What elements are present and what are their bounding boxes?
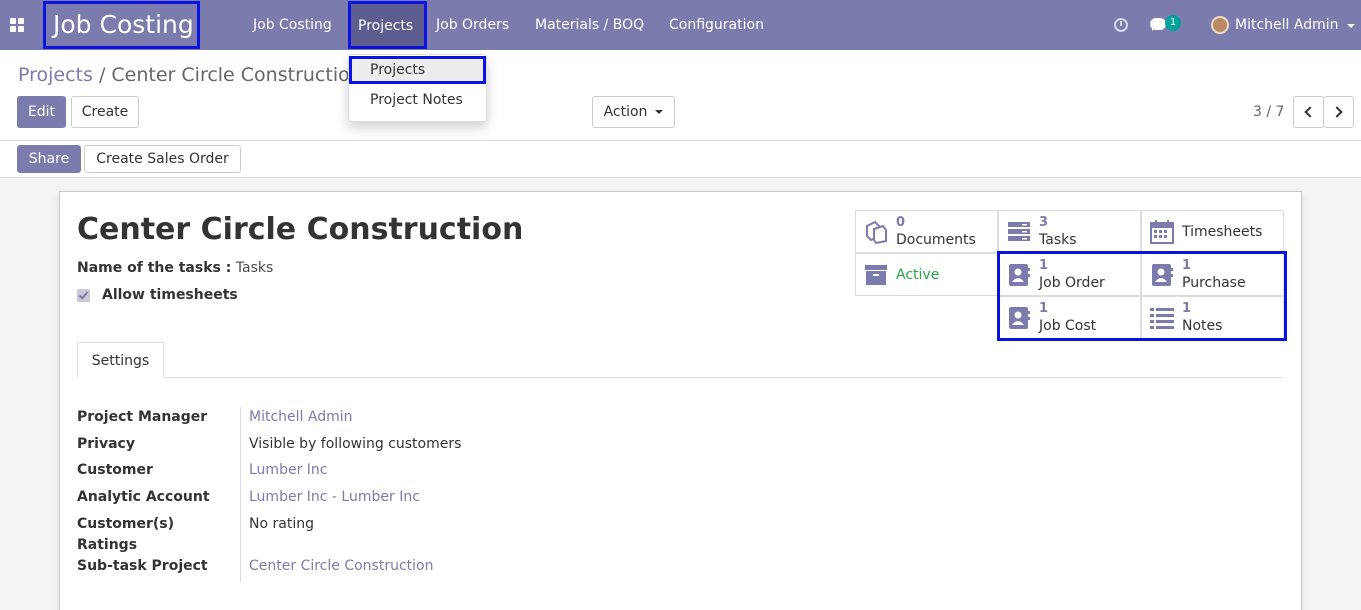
analytic-account-link[interactable]: Lumber Inc - Lumber Inc — [249, 489, 420, 505]
pager-previous-button[interactable] — [1293, 96, 1324, 128]
customer-link[interactable]: Lumber Inc — [249, 462, 327, 478]
job-order-smart-button[interactable]: 1 Job Order — [998, 253, 1141, 296]
top-navbar: Job Costing Job Costing Projects Job Ord… — [0, 0, 1361, 50]
user-caret-icon[interactable] — [1347, 24, 1355, 28]
apps-grid-icon[interactable] — [10, 18, 24, 32]
list-icon — [1150, 308, 1174, 329]
record-title: Center Circle Construction — [77, 212, 524, 247]
edit-button[interactable]: Edit — [17, 96, 66, 128]
job-cost-smart-button[interactable]: 1 Job Cost — [998, 296, 1141, 339]
customer-ratings-label: Customer(s) — [77, 516, 175, 532]
user-menu-name[interactable]: Mitchell Admin — [1235, 0, 1339, 50]
dropdown-item-projects[interactable]: Projects — [349, 56, 486, 84]
chat-bubble-icon[interactable] — [1150, 18, 1166, 31]
create-sales-order-button[interactable]: Create Sales Order — [84, 145, 241, 173]
breadcrumb: Projects / Center Circle Construction — [18, 64, 362, 86]
tab-settings[interactable]: Settings — [77, 342, 164, 378]
tasks-name-field: Name of the tasks : Tasks — [77, 260, 273, 276]
app-brand-title[interactable]: Job Costing — [43, 1, 200, 49]
analytic-account-label: Analytic Account — [77, 489, 210, 505]
privacy-label: Privacy — [77, 436, 135, 452]
tasks-icon — [1008, 222, 1030, 241]
field-separator — [240, 407, 241, 582]
caret-down-icon — [655, 110, 664, 114]
tasks-name-value: Tasks — [235, 260, 274, 276]
breadcrumb-projects-link[interactable]: Projects — [18, 64, 93, 86]
documents-count: 0 — [896, 215, 906, 230]
dropdown-item-project-notes[interactable]: Project Notes — [349, 86, 486, 114]
projects-dropdown-menu: Projects Project Notes — [348, 54, 487, 122]
address-book-icon — [1152, 264, 1173, 286]
activity-clock-icon[interactable] — [1114, 18, 1128, 32]
privacy-value: Visible by following customers — [249, 436, 462, 452]
tasks-smart-button[interactable]: 3 Tasks — [998, 210, 1141, 253]
menu-job-orders[interactable]: Job Orders — [436, 0, 509, 50]
allow-timesheets-checkbox[interactable] — [77, 289, 90, 302]
job-order-label: Job Order — [1039, 275, 1105, 291]
address-book-icon — [1009, 307, 1030, 329]
subtask-project-link[interactable]: Center Circle Construction — [249, 558, 433, 574]
action-dropdown-button[interactable]: Action — [592, 96, 675, 128]
customer-ratings-value: No rating — [249, 516, 314, 532]
timesheets-label: Timesheets — [1182, 224, 1263, 240]
chat-count-badge: 1 — [1165, 15, 1181, 31]
job-cost-count: 1 — [1039, 301, 1049, 316]
pager-next-button[interactable] — [1323, 96, 1354, 128]
chevron-left-icon — [1304, 106, 1316, 118]
action-label: Action — [603, 104, 648, 120]
chevron-right-icon — [1331, 106, 1343, 118]
job-cost-label: Job Cost — [1039, 318, 1097, 334]
purchase-label: Purchase — [1182, 275, 1246, 291]
pager-counter[interactable]: 3 / 7 — [1253, 104, 1284, 120]
tasks-label: Tasks — [1039, 232, 1077, 248]
calendar-icon — [1150, 220, 1174, 244]
menu-materials-boq[interactable]: Materials / BOQ — [535, 0, 644, 50]
timesheets-smart-button[interactable]: Timesheets — [1141, 210, 1284, 253]
active-toggle-button[interactable]: Active — [855, 253, 998, 296]
tasks-name-label: Name of the tasks : — [77, 260, 232, 276]
menu-configuration[interactable]: Configuration — [669, 0, 764, 50]
tasks-count: 3 — [1039, 215, 1049, 230]
notes-label: Notes — [1182, 318, 1223, 334]
job-order-count: 1 — [1039, 258, 1049, 273]
allow-timesheets-label: Allow timesheets — [102, 287, 238, 303]
create-button[interactable]: Create — [71, 96, 139, 128]
address-book-icon — [1009, 264, 1030, 286]
tabs-underline — [77, 377, 1283, 378]
notes-count: 1 — [1182, 301, 1192, 316]
breadcrumb-separator: / — [98, 64, 106, 86]
share-button[interactable]: Share — [17, 145, 81, 173]
subtask-project-label: Sub-task Project — [77, 558, 208, 574]
customer-ratings-label-line2: Ratings — [77, 537, 138, 553]
documents-label: Documents — [896, 232, 976, 248]
menu-job-costing[interactable]: Job Costing — [253, 0, 332, 50]
documents-smart-button[interactable]: 0 Documents — [855, 210, 998, 253]
purchase-smart-button[interactable]: 1 Purchase — [1141, 253, 1284, 296]
purchase-count: 1 — [1182, 258, 1192, 273]
project-manager-label: Project Manager — [77, 409, 208, 425]
archive-icon — [865, 265, 887, 285]
menu-projects[interactable]: Projects — [348, 1, 427, 49]
active-label: Active — [896, 267, 940, 283]
notes-smart-button[interactable]: 1 Notes — [1141, 296, 1284, 339]
project-manager-link[interactable]: Mitchell Admin — [249, 409, 353, 425]
breadcrumb-current: Center Circle Construction — [111, 64, 362, 86]
documents-icon — [866, 220, 887, 244]
user-avatar[interactable] — [1211, 16, 1229, 34]
customer-label: Customer — [77, 462, 153, 478]
